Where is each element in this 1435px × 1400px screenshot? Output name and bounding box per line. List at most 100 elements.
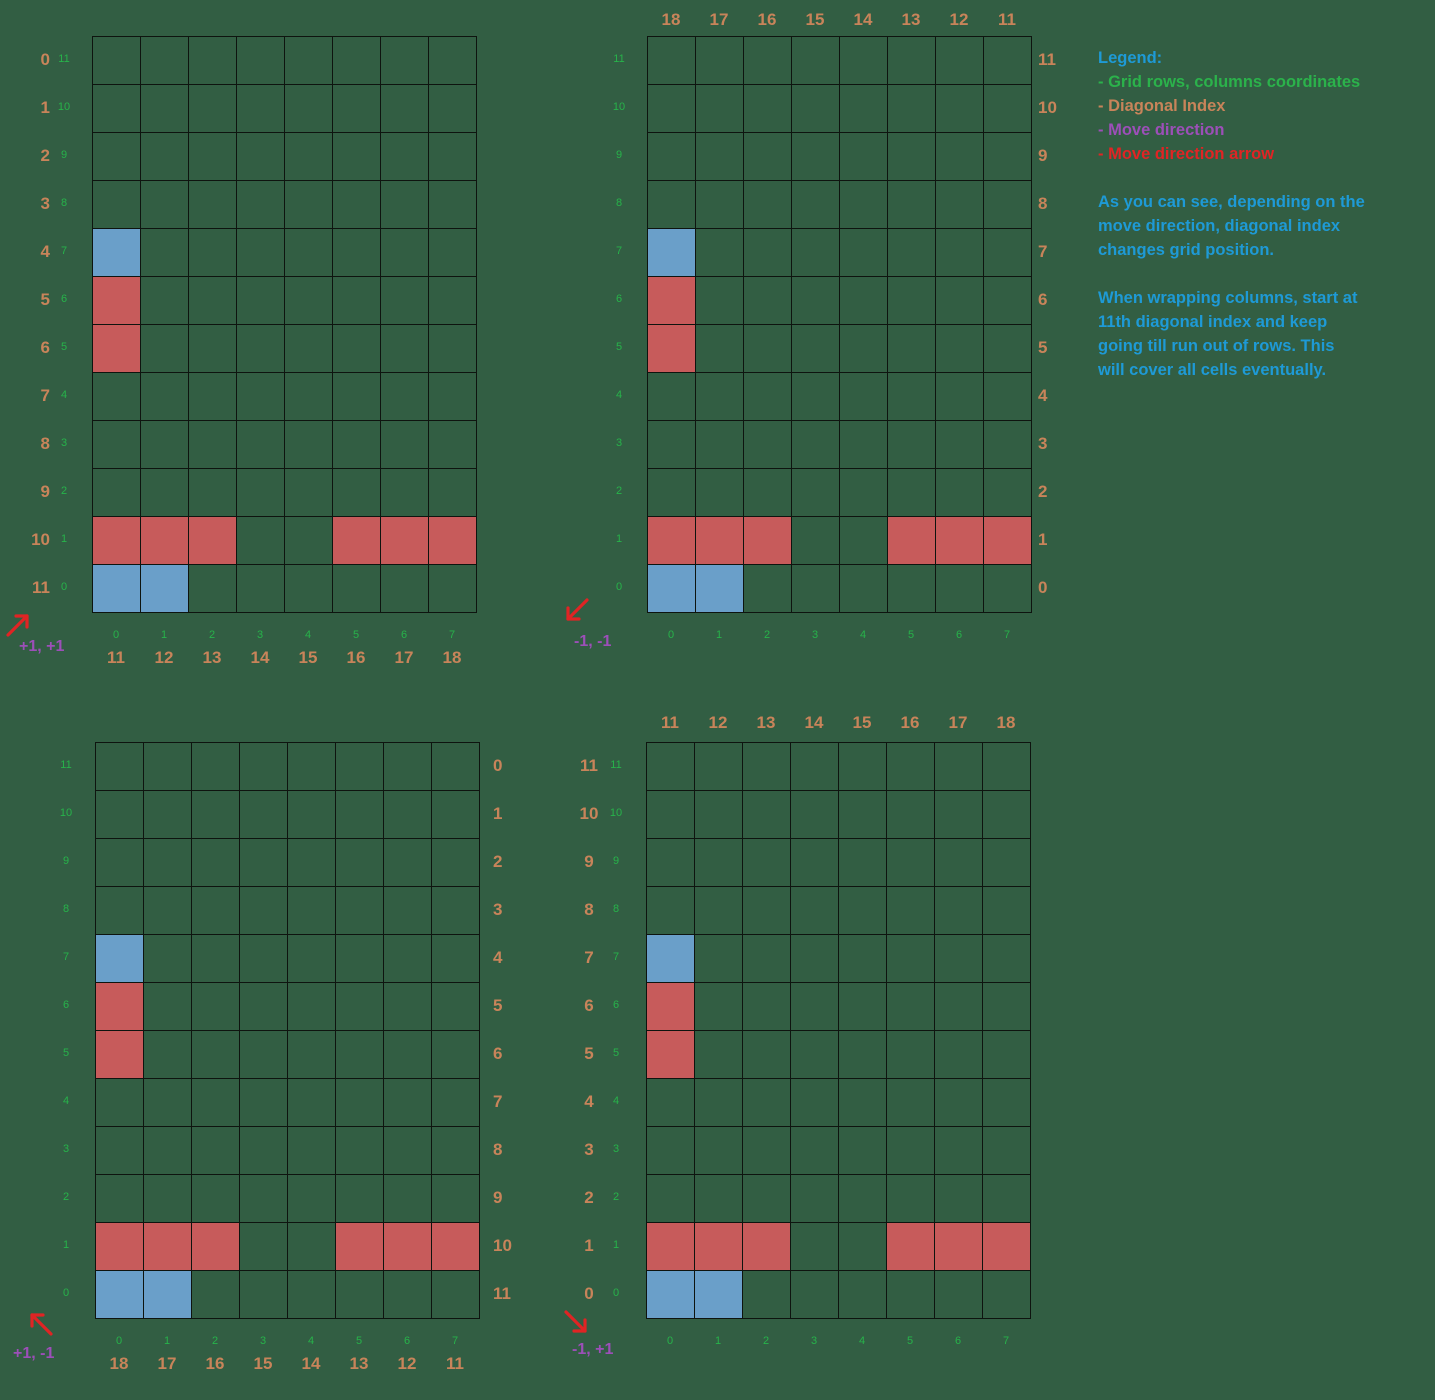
column-coordinate-label: 6 [954, 1335, 962, 1347]
grid [647, 36, 1032, 613]
diagonal-index-label: 14 [301, 1354, 321, 1373]
red-cell [143, 1222, 191, 1270]
diagonal-index-label: 10 [31, 530, 50, 549]
row-coordinate-label: 7 [615, 245, 623, 257]
diagonal-index-label: 3 [493, 900, 503, 919]
grid-line [143, 742, 144, 1319]
red-cell [140, 516, 188, 564]
diagonal-index-label: 14 [804, 713, 824, 732]
column-coordinate-label: 4 [307, 1335, 315, 1347]
blue-cell [143, 1270, 191, 1318]
diagonal-index-label: 5 [493, 996, 503, 1015]
grid-line [236, 36, 237, 613]
red-cell [887, 516, 935, 564]
column-coordinate-label: 4 [304, 629, 312, 641]
grid-line [191, 742, 192, 1319]
grid-line [332, 36, 333, 613]
red-cell [742, 1222, 790, 1270]
column-coordinate-label: 1 [160, 629, 168, 641]
grid-line [982, 742, 983, 1319]
red-cell [646, 982, 694, 1030]
grid [646, 742, 1031, 1319]
red-cell [383, 1222, 431, 1270]
diagonal-index-label: 6 [493, 1044, 503, 1063]
grid-line [839, 36, 840, 613]
column-coordinate-label: 3 [811, 629, 819, 641]
diagonal-index-label: 11 [580, 756, 598, 775]
grid-line [886, 742, 887, 1319]
diagonal-index-label: 4 [584, 1092, 594, 1111]
grid-line [284, 36, 285, 613]
grid-line [188, 36, 189, 613]
row-coordinate-label: 3 [60, 437, 68, 449]
column-coordinate-label: 3 [810, 1335, 818, 1347]
grid-line [1031, 36, 1032, 613]
blue-cell [646, 934, 694, 982]
column-coordinate-label: 4 [858, 1335, 866, 1347]
diagonal-index-label: 3 [1038, 434, 1048, 453]
row-coordinate-label: 2 [612, 1191, 620, 1203]
diagonal-index-label: 18 [442, 648, 462, 667]
row-coordinate-label: 0 [60, 581, 68, 593]
grid-line [647, 36, 648, 613]
arrow-up-left-icon [27, 1311, 55, 1344]
column-coordinate-label: 1 [163, 1335, 171, 1347]
red-cell [188, 516, 236, 564]
diagonal-index-label: 0 [40, 50, 50, 69]
red-cell [647, 516, 695, 564]
red-cell [191, 1222, 239, 1270]
move-direction-label: -1, +1 [572, 1341, 614, 1358]
red-cell [694, 1222, 742, 1270]
row-coordinate-label: 4 [60, 389, 68, 401]
column-coordinate-label: 3 [259, 1335, 267, 1347]
grid-line [239, 742, 240, 1319]
row-coordinate-label: 11 [60, 759, 72, 771]
column-coordinate-label: 5 [355, 1335, 363, 1347]
row-coordinate-label: 2 [60, 485, 68, 497]
grid-line [380, 36, 381, 613]
diagonal-index-label: 1 [1038, 530, 1048, 549]
diagonal-index-label: 0 [493, 756, 503, 775]
diagonal-index-label: 18 [996, 713, 1016, 732]
row-coordinate-label: 1 [62, 1239, 70, 1251]
diagonal-index-label: 17 [948, 713, 968, 732]
row-coordinate-label: 1 [615, 533, 623, 545]
grid-line [791, 36, 792, 613]
diagonal-index-label: 17 [394, 648, 414, 667]
column-coordinate-label: 1 [715, 629, 723, 641]
column-coordinate-label: 6 [955, 629, 963, 641]
row-coordinate-label: 9 [60, 149, 68, 161]
red-cell [935, 516, 983, 564]
diagonal-index-label: 9 [584, 852, 594, 871]
blue-cell [92, 228, 140, 276]
grid-line [287, 742, 288, 1319]
blue-cell [694, 1270, 742, 1318]
legend-title: Legend: [1098, 49, 1163, 67]
red-cell [92, 324, 140, 372]
diagonal-index-label: 16 [757, 10, 777, 29]
row-coordinate-label: 2 [62, 1191, 70, 1203]
note-line: When wrapping columns, start at [1098, 289, 1358, 307]
row-coordinate-label: 7 [612, 951, 620, 963]
red-cell [92, 276, 140, 324]
diagonal-index-label: 8 [493, 1140, 503, 1159]
diagonal-index-label: 4 [40, 242, 50, 261]
diagonal-index-label: 10 [493, 1236, 512, 1255]
grid-line [479, 742, 480, 1319]
diagonal-index-label: 6 [1038, 290, 1048, 309]
row-coordinate-label: 8 [62, 903, 70, 915]
red-cell [983, 516, 1031, 564]
row-coordinate-label: 5 [615, 341, 623, 353]
column-coordinate-label: 0 [667, 629, 675, 641]
grid-line [838, 742, 839, 1319]
row-coordinate-label: 10 [609, 807, 623, 819]
note-line: changes grid position. [1098, 241, 1275, 259]
diagonal-index-label: 15 [298, 648, 318, 667]
diagonal-index-label: 11 [107, 648, 125, 667]
diagonal-index-label: 7 [584, 948, 594, 967]
red-cell [647, 324, 695, 372]
note-line: 11th diagonal index and keep [1098, 313, 1328, 331]
diagonal-index-label: 12 [949, 10, 969, 29]
diagonal-index-label: 15 [852, 713, 872, 732]
row-coordinate-label: 10 [612, 101, 626, 113]
